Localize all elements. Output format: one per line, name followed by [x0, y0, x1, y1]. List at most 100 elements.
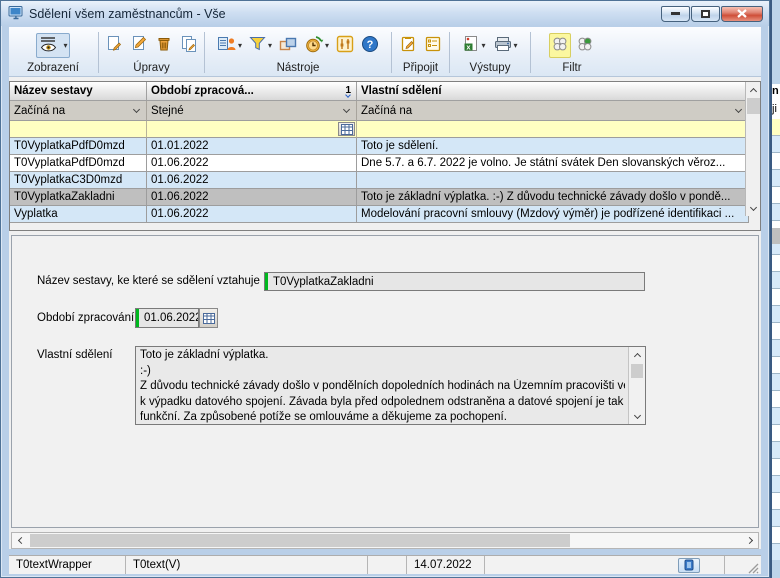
chevron-down-icon [749, 204, 756, 211]
table-row-selected[interactable]: T0VyplatkaZakladni 01.06.2022 Toto je zá… [10, 189, 749, 206]
scroll-up-button[interactable] [746, 82, 760, 97]
title-bar[interactable]: Sdělení všem zaměstnancům - Vše [1, 1, 769, 26]
textarea-scrollbar[interactable] [628, 347, 645, 424]
sort-merge-icon [217, 35, 237, 56]
filter-op-obdobi[interactable]: Stejné [147, 101, 357, 121]
table-row[interactable]: T0VyplatkaC3D0mzd 01.06.2022 [10, 172, 749, 189]
toolbar-group-label: Připojit [393, 62, 448, 76]
attach-note-button[interactable] [397, 33, 419, 58]
restore-icon [701, 10, 710, 18]
print-button[interactable]: ▾ [491, 33, 520, 58]
toolbar-group-pripojit: Připojit [393, 29, 448, 76]
toolbar-separator [98, 32, 99, 73]
restore-button[interactable] [691, 6, 720, 22]
table-row[interactable]: T0VyplatkaPdfD0mzd 01.01.2022 Toto je sd… [10, 138, 749, 155]
link-records-button[interactable] [277, 34, 299, 57]
background-window-header-fragment: n [772, 84, 780, 99]
resize-grip[interactable] [748, 563, 759, 574]
period-field[interactable]: 01.06.2022 [135, 308, 199, 328]
grid-vertical-scrollbar[interactable] [745, 82, 760, 216]
status-empty-cell [368, 556, 407, 574]
clover-filter-off-icon [576, 35, 594, 56]
scroll-up-button[interactable] [629, 347, 645, 362]
background-window-frame [772, 0, 780, 84]
message-label: Vlastní sdělení [37, 349, 112, 361]
history-clock-icon [304, 35, 324, 56]
scrollbar-thumb[interactable] [30, 534, 570, 547]
export-excel-button[interactable]: x▾ [460, 33, 487, 58]
chevron-down-icon [633, 412, 640, 419]
filter-funnel-button[interactable]: ▾ [247, 34, 274, 57]
view-button[interactable]: ▾ [36, 33, 69, 58]
calendar-grid-icon [341, 124, 353, 135]
filter-op-sdeleni[interactable]: Začíná na [357, 101, 749, 121]
column-header-sdeleni[interactable]: Vlastní sdělení [357, 82, 749, 101]
sort-merge-button[interactable]: ▾ [215, 33, 244, 58]
background-window-selected-row [772, 228, 780, 244]
delete-record-button[interactable] [153, 33, 175, 58]
date-picker-button[interactable] [338, 122, 355, 136]
copy-icon [180, 35, 198, 56]
horizontal-scrollbar[interactable] [11, 532, 759, 549]
scrollbar-thumb[interactable] [631, 364, 643, 378]
column-header-obdobi[interactable]: Období zpracová... 1 [147, 82, 357, 101]
filter-input-obdobi[interactable] [147, 121, 357, 138]
filter-on-button[interactable] [549, 33, 571, 58]
filter-operator-row: Začíná na Stejné Začíná na [10, 101, 749, 121]
status-view-cell: T0text(V) [126, 556, 368, 574]
table-row[interactable]: Vyplatka 01.06.2022 Modelování pracovní … [10, 206, 749, 223]
help-button[interactable]: ? [359, 33, 381, 58]
period-calendar-button[interactable] [199, 308, 218, 328]
scrollbar-thumb[interactable] [747, 98, 760, 114]
minimize-button[interactable] [661, 6, 690, 22]
chevron-down-icon [133, 106, 140, 113]
history-button[interactable]: ▾ [302, 33, 331, 58]
report-name-field[interactable]: T0VyplatkaZakladni [264, 272, 645, 291]
attach-list-button[interactable] [422, 33, 444, 58]
toolbar-group-zobrazeni: ▾ Zobrazení [9, 29, 97, 76]
background-window-sliver: n ji [770, 0, 780, 578]
link-squares-icon [279, 36, 297, 55]
close-button[interactable] [721, 6, 763, 22]
scroll-down-button[interactable] [746, 201, 760, 216]
status-panel-button[interactable] [678, 558, 700, 573]
attach-note-icon [399, 35, 417, 56]
chevron-left-icon [17, 537, 24, 544]
minimize-icon [671, 12, 680, 15]
sliders-icon [336, 35, 354, 56]
filter-input-sdeleni[interactable] [357, 121, 749, 138]
trash-icon [155, 35, 173, 56]
filter-off-button[interactable] [574, 33, 596, 58]
status-wrapper-cell: T0textWrapper [9, 556, 126, 574]
period-label: Období zpracování [37, 312, 134, 324]
new-record-icon [105, 35, 123, 56]
panel-icon [684, 559, 694, 571]
close-icon [737, 9, 747, 18]
copy-record-button[interactable] [178, 33, 200, 58]
chevron-down-icon: ▾ [514, 42, 518, 50]
toolbar-group-label: Nástroje [206, 62, 390, 76]
background-window-filter-row [772, 119, 780, 136]
settings-button[interactable] [334, 33, 356, 58]
toolbar-group-vystupy: x▾ ▾ Výstupy [451, 29, 529, 76]
chevron-down-icon: ▾ [268, 42, 272, 50]
toolbar-separator [204, 32, 205, 73]
column-header-nazev[interactable]: Název sestavy [10, 82, 147, 101]
scroll-left-button[interactable] [12, 533, 28, 548]
message-textarea[interactable]: Toto je základní výplatka. :-) Z důvodu … [135, 346, 646, 425]
table-row[interactable]: T0VyplatkaPdfD0mzd 01.06.2022 Dne 5.7. a… [10, 155, 749, 172]
scroll-down-button[interactable] [629, 409, 645, 424]
chevron-down-icon [343, 106, 350, 113]
report-name-label: Název sestavy, ke které se sdělení vztah… [37, 275, 260, 287]
filter-op-nazev[interactable]: Začíná na [10, 101, 147, 121]
edit-record-button[interactable] [128, 33, 150, 58]
filter-input-nazev[interactable] [10, 121, 147, 138]
toolbar-group-upravy: Úpravy [100, 29, 203, 76]
new-record-button[interactable] [103, 33, 125, 58]
window-title: Sdělení všem zaměstnancům - Vše [29, 7, 661, 21]
svg-text:?: ? [367, 39, 374, 51]
scroll-right-button[interactable] [742, 533, 758, 548]
calendar-grid-icon [203, 313, 215, 324]
chevron-down-icon: ▾ [325, 42, 329, 50]
chevron-up-icon [749, 87, 756, 94]
